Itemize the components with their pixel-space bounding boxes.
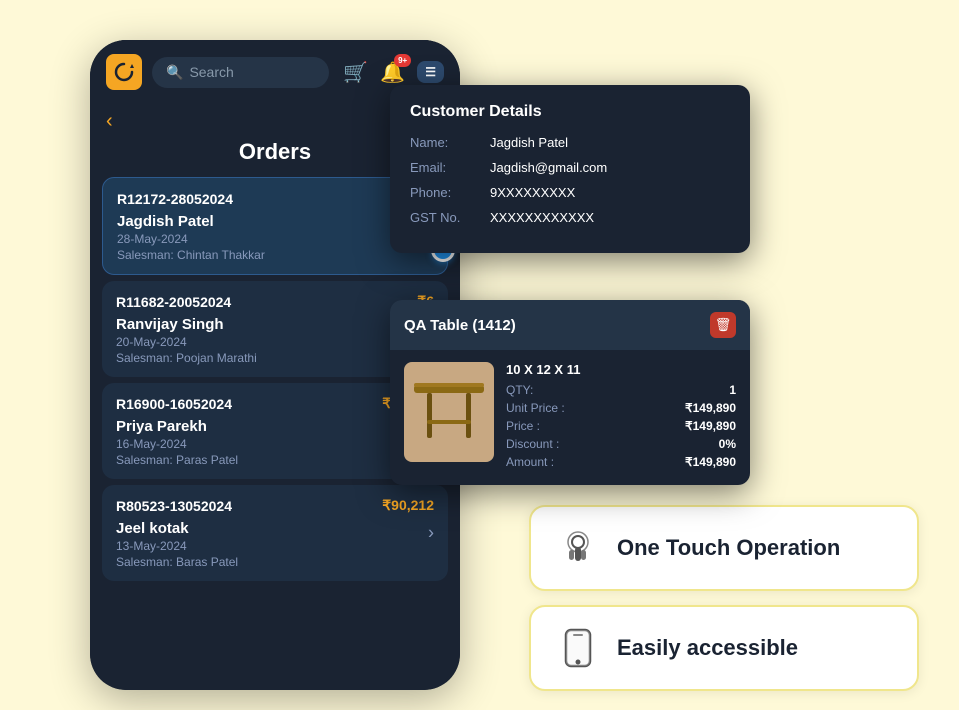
qa-table-title: QA Table (1412): [404, 317, 516, 334]
phone-value: 9XXXXXXXXX: [490, 185, 575, 200]
customer-email-row: Email: Jagdish@gmail.com: [410, 160, 730, 175]
amount-label: Amount :: [506, 455, 554, 469]
price-value: ₹149,890: [685, 419, 736, 433]
cart-icon: 🛒: [343, 62, 368, 84]
order-date-3: 16-May-2024: [116, 437, 434, 451]
feature-text-accessible: Easily accessible: [617, 635, 798, 661]
notification-icon-btn[interactable]: 🔔 9+: [380, 60, 405, 85]
cart-icon-btn[interactable]: 🛒: [343, 60, 368, 85]
gst-value: XXXXXXXXXXXX: [490, 210, 594, 225]
menu-button[interactable]: ☰: [417, 61, 444, 83]
customer-gst-row: GST No. XXXXXXXXXXXX: [410, 210, 730, 225]
order-salesman-1: Salesman: Chintan Thakkar: [117, 248, 433, 262]
order-header-3: R16900-16052024 ₹90,212: [116, 395, 434, 412]
email-label: Email:: [410, 160, 490, 175]
order-salesman-4: Salesman: Baras Patel: [116, 555, 434, 569]
discount-value: 0%: [719, 437, 736, 451]
product-details: 10 X 12 X 11 QTY: 1 Unit Price : ₹149,89…: [506, 362, 736, 473]
menu-icon: ☰: [425, 65, 436, 79]
feature-text-one-touch: One Touch Operation: [617, 535, 840, 561]
phone-label: Phone:: [410, 185, 490, 200]
price-label: Price :: [506, 419, 540, 433]
order-id-1: R12172-28052024: [117, 191, 233, 207]
order-header-1: R12172-28052024 ₹149,: [117, 190, 433, 207]
qty-label: QTY:: [506, 383, 533, 397]
unit-price-label: Unit Price :: [506, 401, 565, 415]
order-salesman-2: Salesman: Poojan Marathi: [116, 351, 434, 365]
app-logo: [106, 54, 142, 90]
qa-table-header: QA Table (1412) 🗑: [390, 300, 750, 350]
email-value: Jagdish@gmail.com: [490, 160, 607, 175]
product-size: 10 X 12 X 11: [506, 362, 736, 377]
order-id-4: R80523-13052024: [116, 498, 232, 514]
customer-name-row: Name: Jagdish Patel: [410, 135, 730, 150]
discount-row: Discount : 0%: [506, 437, 736, 451]
order-header-4: R80523-13052024 ₹90,212: [116, 497, 434, 514]
trash-icon: 🗑: [715, 317, 732, 333]
notification-badge: 9+: [394, 54, 411, 67]
amount-row: Amount : ₹149,890: [506, 455, 736, 469]
customer-details-title: Customer Details: [410, 103, 730, 121]
qty-row: QTY: 1: [506, 383, 736, 397]
order-item-4[interactable]: R80523-13052024 ₹90,212 Jeel kotak 13-Ma…: [102, 485, 448, 581]
discount-label: Discount :: [506, 437, 559, 451]
order-customer-1: Jagdish Patel: [117, 213, 433, 230]
product-image: [404, 362, 494, 462]
search-icon: 🔍: [166, 64, 183, 81]
gst-label: GST No.: [410, 210, 490, 225]
order-salesman-3: Salesman: Paras Patel: [116, 453, 434, 467]
phone-icon: [555, 625, 601, 671]
order-date-4: 13-May-2024: [116, 539, 434, 553]
search-bar[interactable]: 🔍 Search: [152, 57, 329, 88]
delete-button[interactable]: 🗑: [710, 312, 736, 338]
header-icons: 🛒 🔔 9+ ☰: [343, 60, 444, 85]
order-date-1: 28-May-2024: [117, 232, 433, 246]
feature-card-accessible: Easily accessible: [529, 605, 919, 691]
name-label: Name:: [410, 135, 490, 150]
order-customer-3: Priya Parekh: [116, 418, 434, 435]
order-id-2: R11682-20052024: [116, 294, 231, 310]
customer-phone-row: Phone: 9XXXXXXXXX: [410, 185, 730, 200]
chevron-right-icon-4: ›: [428, 523, 434, 544]
order-customer-2: Ranvijay Singh: [116, 316, 434, 333]
order-id-3: R16900-16052024: [116, 396, 232, 412]
feature-card-one-touch: One Touch Operation: [529, 505, 919, 591]
touch-icon: [555, 525, 601, 571]
name-value: Jagdish Patel: [490, 135, 568, 150]
amount-value: ₹149,890: [685, 455, 736, 469]
qa-table-content: 10 X 12 X 11 QTY: 1 Unit Price : ₹149,89…: [390, 350, 750, 485]
order-customer-4: Jeel kotak: [116, 520, 434, 537]
unit-price-value: ₹149,890: [685, 401, 736, 415]
customer-details-popup: Customer Details Name: Jagdish Patel Ema…: [390, 85, 750, 253]
qty-value: 1: [729, 383, 736, 397]
price-row: Price : ₹149,890: [506, 419, 736, 433]
search-placeholder: Search: [189, 64, 233, 80]
order-amount-4: ₹90,212: [382, 497, 434, 514]
order-date-2: 20-May-2024: [116, 335, 434, 349]
back-icon: ‹: [106, 110, 113, 132]
order-header-2: R11682-20052024 ₹6: [116, 293, 434, 310]
qa-table-popup: QA Table (1412) 🗑 10 X 12 X 11 QTY:: [390, 300, 750, 485]
unit-price-row: Unit Price : ₹149,890: [506, 401, 736, 415]
